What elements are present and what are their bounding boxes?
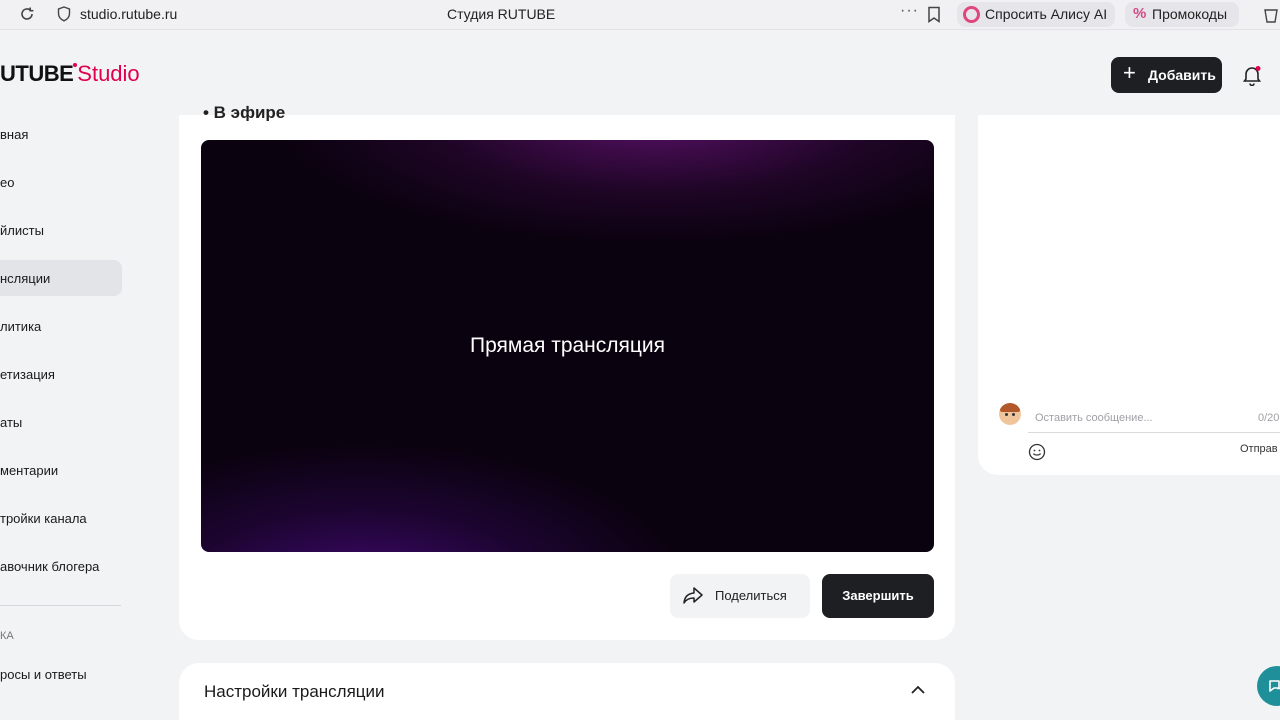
sidebar-item-label: ео xyxy=(0,175,15,190)
rutube-studio-logo[interactable]: UTUBE Studio xyxy=(0,61,140,87)
sidebar-divider xyxy=(0,605,121,606)
share-button[interactable]: Поделиться xyxy=(670,574,810,618)
promocodes-button[interactable]: % Промокоды xyxy=(1125,2,1239,27)
sidebar-item-label: авочник блогера xyxy=(0,559,100,574)
ask-alice-button[interactable]: Спросить Алису AI xyxy=(957,2,1115,27)
sidebar-item-label: аты xyxy=(0,415,23,430)
logo-main-text: UTUBE xyxy=(0,61,74,86)
live-status-heading: • В эфире xyxy=(203,103,286,121)
plus-icon: + xyxy=(1123,60,1136,85)
logo-accent-text: Studio xyxy=(77,61,140,86)
shield-icon[interactable] xyxy=(57,6,71,22)
sidebar-item-playlists[interactable]: йлисты xyxy=(0,212,122,248)
chat-panel: Оставить сообщение... 0/20 Отправ xyxy=(978,115,1280,475)
end-broadcast-button[interactable]: Завершить xyxy=(822,574,934,618)
chat-message-input[interactable]: Оставить сообщение... 0/20 xyxy=(1028,403,1280,433)
extension-icon[interactable] xyxy=(1262,6,1280,24)
avatar xyxy=(999,403,1021,425)
promocodes-label: Промокоды xyxy=(1152,6,1228,22)
sidebar-item-faq[interactable]: росы и ответы xyxy=(0,656,122,692)
sidebar-item-video[interactable]: ео xyxy=(0,164,122,200)
chat-send-button[interactable]: Отправ xyxy=(1240,443,1278,455)
support-icon xyxy=(1269,680,1280,692)
sidebar-item-main[interactable]: вная xyxy=(0,116,122,152)
browser-tab-title: Студия RUTUBE xyxy=(447,6,556,22)
browser-toolbar: studio.rutube.ru Студия RUTUBE ··· Спрос… xyxy=(0,0,1280,30)
address-bar-url[interactable]: studio.rutube.ru xyxy=(80,6,177,22)
add-button-label: Добавить xyxy=(1148,67,1216,83)
bookmark-icon[interactable] xyxy=(927,6,941,23)
reload-icon[interactable] xyxy=(18,5,36,23)
video-player[interactable]: Прямая трансляция xyxy=(201,140,934,552)
smile-icon[interactable] xyxy=(1028,443,1046,461)
sidebar-item-label: ментарии xyxy=(0,463,59,478)
add-button[interactable]: + Добавить xyxy=(1111,57,1222,93)
alice-icon xyxy=(963,6,980,23)
share-icon xyxy=(683,587,703,604)
share-button-label: Поделиться xyxy=(715,588,787,603)
bell-icon[interactable] xyxy=(1241,64,1263,86)
broadcast-settings-title: Настройки трансляции xyxy=(204,682,385,701)
sidebar-item-label: росы и ответы xyxy=(0,667,87,682)
sidebar-item-broadcasts[interactable]: нсляции xyxy=(0,260,122,296)
sidebar-item-label: тройки канала xyxy=(0,511,87,526)
sidebar-item-payouts[interactable]: аты xyxy=(0,404,122,440)
app-header: UTUBE Studio + Добавить xyxy=(0,31,1280,115)
sidebar-section-title: КА xyxy=(0,630,14,642)
sidebar-item-label: нсляции xyxy=(0,271,51,286)
support-chat-button[interactable] xyxy=(1257,666,1280,706)
sidebar-item-label: йлисты xyxy=(0,223,44,238)
sidebar-item-comments[interactable]: ментарии xyxy=(0,452,122,488)
sidebar-nav: вная ео йлисты нсляции литика етизация а… xyxy=(0,115,130,720)
percent-icon: % xyxy=(1133,5,1147,22)
end-broadcast-label: Завершить xyxy=(842,588,914,603)
live-broadcast-card: • В эфире Прямая трансляция Поделиться З… xyxy=(179,103,955,640)
chat-char-counter: 0/20 xyxy=(1258,412,1280,424)
player-placeholder-text: Прямая трансляция xyxy=(469,334,666,357)
sidebar-item-label: литика xyxy=(0,319,42,334)
sidebar-item-analytics[interactable]: литика xyxy=(0,308,122,344)
sidebar-item-channel-settings[interactable]: тройки канала xyxy=(0,500,122,536)
sidebar-item-label: етизация xyxy=(0,367,55,382)
sidebar-item-blogger-guide[interactable]: авочник блогера xyxy=(0,548,122,584)
chat-input-placeholder: Оставить сообщение... xyxy=(1035,412,1153,424)
more-options-icon[interactable]: ··· xyxy=(900,2,919,20)
broadcast-settings-card[interactable]: Настройки трансляции xyxy=(179,663,955,720)
sidebar-item-monetization[interactable]: етизация xyxy=(0,356,122,392)
sidebar-item-label: вная xyxy=(0,127,29,142)
chevron-up-icon[interactable] xyxy=(910,683,926,697)
ask-alice-label: Спросить Алису AI xyxy=(985,6,1108,22)
